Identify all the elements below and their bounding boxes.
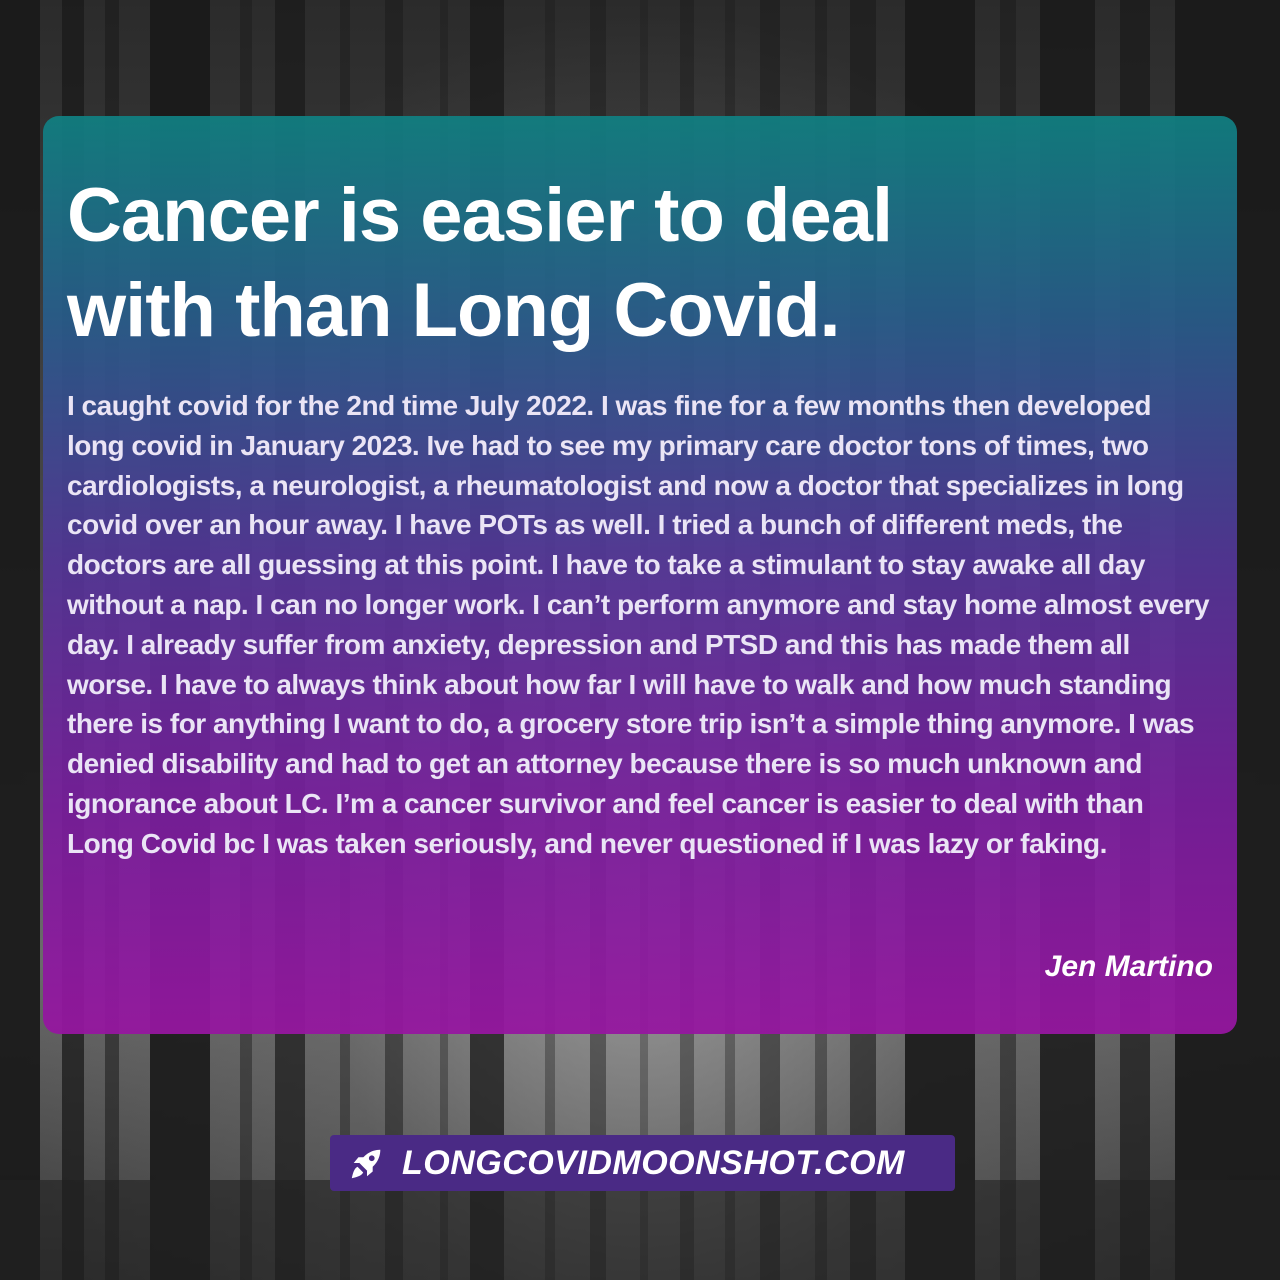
testimonial-card: Cancer is easier to deal with than Long C…: [43, 116, 1237, 1034]
headline: Cancer is easier to deal with than Long C…: [67, 168, 1213, 358]
author-name: Jen Martino: [1044, 950, 1213, 983]
headline-line-1: Cancer is easier to deal: [67, 173, 893, 258]
website-url: LONGCOVIDMOONSHOT.COM: [402, 1143, 905, 1182]
rocket-icon: [346, 1142, 388, 1184]
headline-line-2: with than Long Covid.: [67, 268, 841, 353]
testimonial-body: I caught covid for the 2nd time July 202…: [67, 390, 1210, 859]
website-badge[interactable]: LONGCOVIDMOONSHOT.COM: [330, 1135, 955, 1191]
